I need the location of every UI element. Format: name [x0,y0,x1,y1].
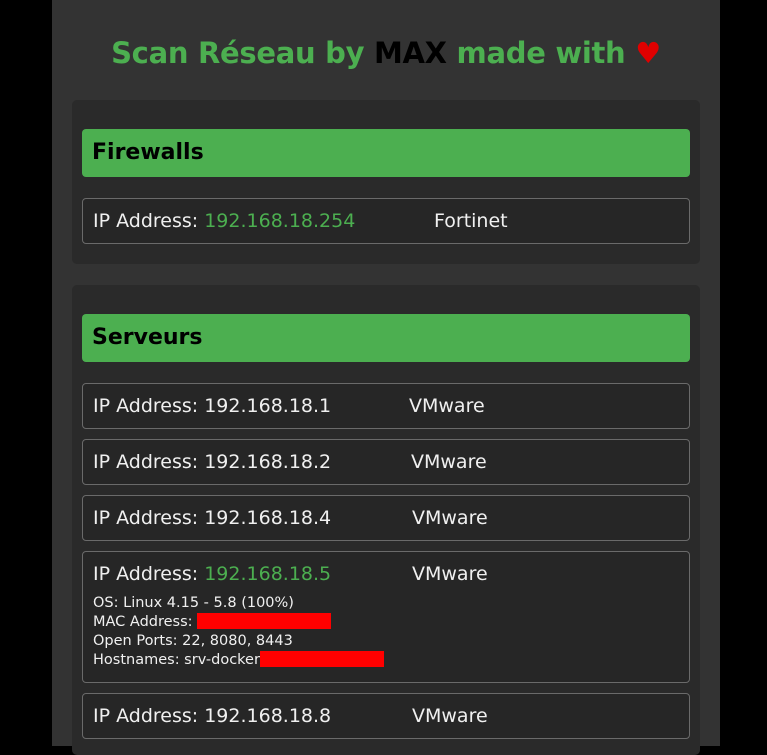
ip-label: IP Address: [93,210,199,232]
ip-value: 192.168.18.8 [204,705,332,727]
page-container: Scan Réseau by MAX made with ♥ Firewalls… [52,0,720,755]
os-line: OS: Linux 4.15 - 5.8 (100%) [93,595,294,611]
device-vendor: VMware [412,705,488,727]
hostname-redaction [259,651,384,667]
ip-value[interactable]: 192.168.18.254 [204,210,355,232]
ip-value: 192.168.18.4 [204,507,332,529]
section-firewalls: Firewalls IP Address: 192.168.18.254 For… [72,100,700,264]
ip-label: IP Address: [93,395,199,417]
ip-label: IP Address: [93,507,199,529]
device-ip: IP Address: 192.168.18.5 [93,563,331,585]
title-text: Scan Réseau by [111,36,365,70]
mac-line: MAC Address: [93,613,384,632]
mac-redaction [197,613,332,629]
ip-label: IP Address: [93,705,199,727]
ip-label: IP Address: [93,563,199,585]
title-made-with: made with [456,36,626,70]
device-vendor: Fortinet [434,210,508,232]
device-card-expanded[interactable]: IP Address: 192.168.18.5 VMware OS: Linu… [82,551,690,683]
mac-label: MAC Address: [93,614,193,630]
device-card[interactable]: IP Address: 192.168.18.2 VMware [82,439,690,485]
device-ip: IP Address: 192.168.18.254 [93,210,355,232]
device-vendor: VMware [409,395,485,417]
device-ip: IP Address: 192.168.18.2 [93,451,331,473]
device-ip: IP Address: 192.168.18.8 [93,705,331,727]
heart-icon: ♥ [635,36,661,70]
ip-value: 192.168.18.1 [204,395,332,417]
device-card[interactable]: IP Address: 192.168.18.254 Fortinet [82,198,690,244]
device-vendor: VMware [412,563,488,585]
device-vendor: VMware [412,507,488,529]
device-card[interactable]: IP Address: 192.168.18.8 VMware [82,693,690,739]
hostnames-label: Hostnames: srv-docker [93,652,260,668]
device-details: OS: Linux 4.15 - 5.8 (100%) MAC Address:… [93,594,384,670]
device-ip: IP Address: 192.168.18.1 [93,395,331,417]
device-vendor: VMware [411,451,487,473]
title-author: MAX [373,36,447,70]
section-serveurs: Serveurs IP Address: 192.168.18.1 VMware… [72,285,700,755]
ports-line: Open Ports: 22, 8080, 8443 [93,633,293,649]
page-title: Scan Réseau by MAX made with ♥ [52,36,720,70]
section-heading-firewalls: Firewalls [82,129,690,177]
device-ip: IP Address: 192.168.18.4 [93,507,331,529]
device-card[interactable]: IP Address: 192.168.18.1 VMware [82,383,690,429]
ip-value: 192.168.18.2 [204,451,332,473]
device-card[interactable]: IP Address: 192.168.18.4 VMware [82,495,690,541]
ip-label: IP Address: [93,451,199,473]
hostnames-line: Hostnames: srv-docker [93,651,384,670]
ip-value[interactable]: 192.168.18.5 [204,563,331,585]
section-heading-serveurs: Serveurs [82,314,690,362]
